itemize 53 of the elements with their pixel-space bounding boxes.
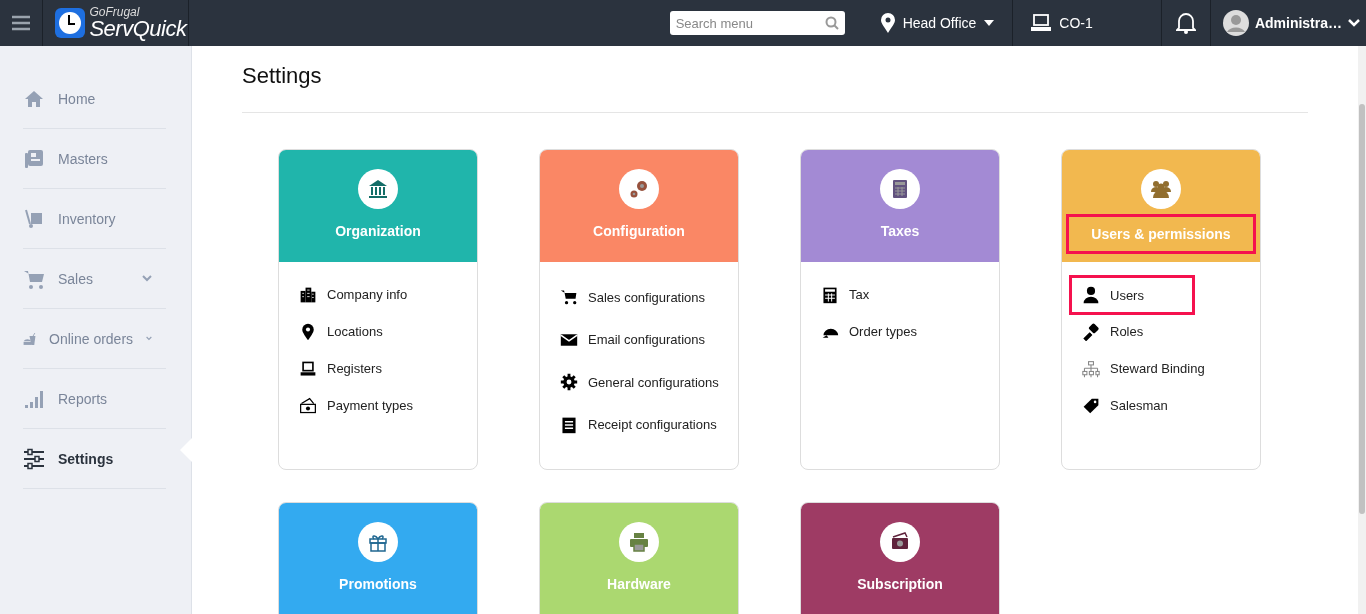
user-menu[interactable]: Administra… bbox=[1210, 0, 1366, 46]
settings-link[interactable]: Registers bbox=[299, 350, 392, 387]
printer-icon bbox=[628, 531, 650, 553]
gear-icon bbox=[560, 373, 578, 392]
chevron-down-icon bbox=[1348, 19, 1360, 27]
computer-icon bbox=[1031, 14, 1052, 32]
brand-tagline: GoFrugal bbox=[89, 6, 140, 18]
bell-icon bbox=[1175, 12, 1196, 34]
settings-link[interactable]: Roles bbox=[1082, 313, 1154, 350]
people-icon bbox=[1150, 178, 1172, 200]
brand-name: ServQuick bbox=[89, 18, 187, 40]
settings-link[interactable]: Tax bbox=[821, 276, 880, 313]
caret-icon bbox=[984, 20, 995, 26]
avatar-icon bbox=[1222, 10, 1249, 36]
settings-link[interactable]: Salesman bbox=[1082, 387, 1178, 424]
register-name: CO-1 bbox=[1059, 15, 1093, 31]
sidebar-item[interactable]: Settings bbox=[23, 429, 166, 489]
hand-truck-icon bbox=[23, 207, 45, 230]
card-title[interactable]: Subscription bbox=[857, 576, 943, 592]
computer-icon bbox=[299, 359, 317, 378]
newspaper-icon bbox=[23, 147, 45, 170]
settings-link[interactable]: General configurations bbox=[560, 361, 729, 404]
settings-link[interactable]: Receipt configurations bbox=[560, 403, 727, 446]
map-pin-icon bbox=[299, 322, 317, 341]
selection-pointer bbox=[180, 438, 192, 462]
gears-icon bbox=[628, 178, 650, 200]
settings-link[interactable]: Users bbox=[1069, 275, 1195, 315]
user-icon bbox=[1082, 286, 1100, 304]
settings-link[interactable]: Company info bbox=[299, 276, 418, 313]
sliders-icon bbox=[23, 447, 45, 470]
buildings-icon bbox=[299, 285, 317, 304]
settings-link[interactable]: Locations bbox=[299, 313, 393, 350]
receipt-icon bbox=[560, 415, 578, 434]
search-field[interactable]: Search menu bbox=[669, 11, 845, 35]
map-pin-icon bbox=[880, 13, 895, 33]
menu-icon bbox=[12, 15, 31, 31]
hierarchy-icon bbox=[1082, 359, 1100, 378]
bank-icon bbox=[367, 178, 389, 200]
clock-logo-icon bbox=[55, 8, 86, 38]
settings-link[interactable]: Sales configurations bbox=[560, 276, 716, 319]
calculator-icon bbox=[821, 285, 839, 304]
cash-icon bbox=[299, 396, 317, 415]
page-title: Settings bbox=[242, 63, 1308, 113]
cart-icon bbox=[560, 288, 578, 307]
tag-icon bbox=[1082, 396, 1100, 415]
settings-link[interactable]: Order types bbox=[821, 313, 927, 350]
settings-link[interactable]: Steward Binding bbox=[1082, 350, 1215, 387]
search-icon bbox=[824, 16, 839, 30]
location-dropdown[interactable]: Head Office bbox=[880, 0, 1014, 46]
settings-link[interactable]: Email configurations bbox=[560, 318, 716, 361]
key-icon bbox=[1082, 322, 1100, 341]
scrollbar[interactable] bbox=[1358, 46, 1366, 614]
settings-link[interactable]: Payment types bbox=[299, 387, 423, 424]
